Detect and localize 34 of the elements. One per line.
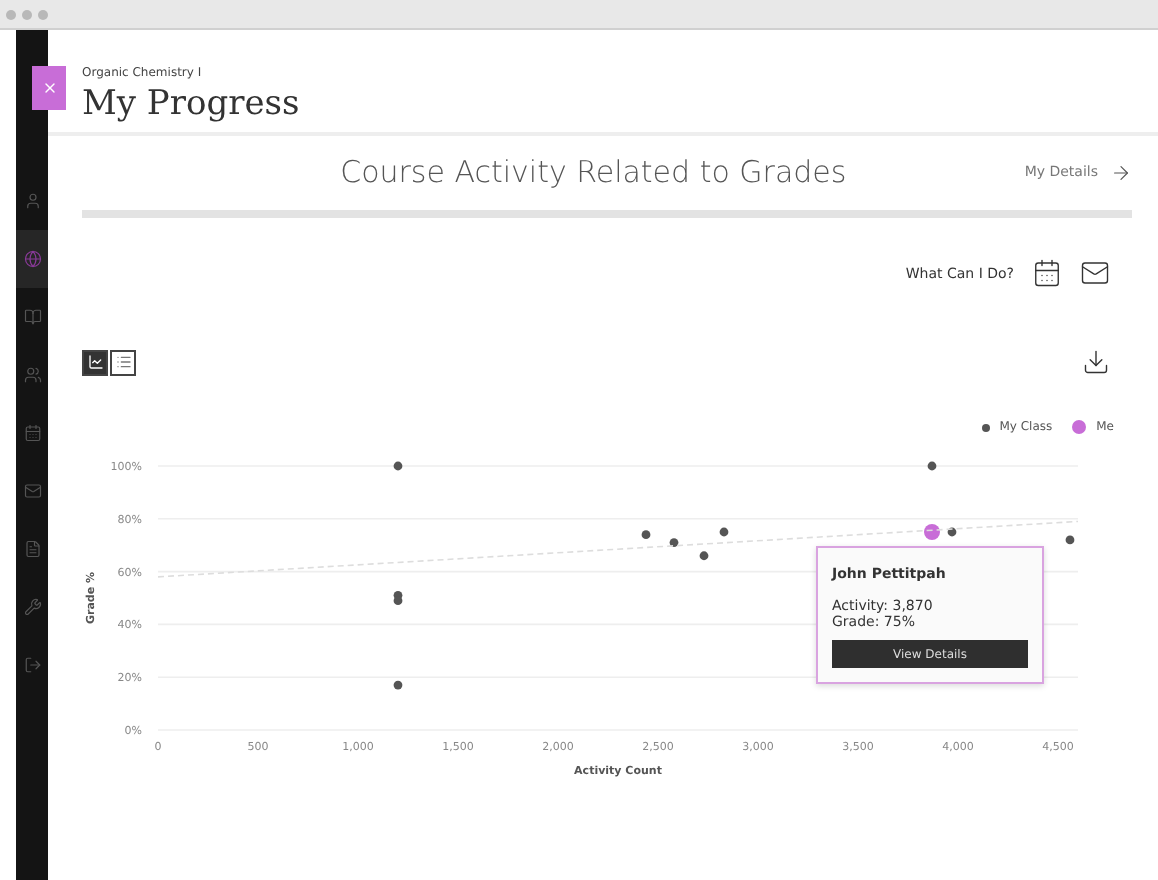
view-toggle[interactable] — [82, 349, 108, 375]
data-point[interactable] — [719, 527, 729, 537]
calendar-button[interactable] — [1032, 258, 1062, 288]
data-point[interactable] — [641, 530, 651, 540]
data-point[interactable] — [393, 596, 403, 606]
data-point[interactable] — [393, 461, 403, 471]
data-point[interactable] — [699, 551, 709, 561]
arrow-right-icon — [1110, 161, 1132, 183]
close-icon — [41, 80, 57, 96]
download-icon — [1082, 348, 1110, 376]
mail-icon — [1080, 258, 1110, 288]
logout-icon — [23, 656, 41, 674]
mail-icon — [23, 482, 41, 500]
section-title: Course Activity Related to Grades — [338, 154, 849, 190]
group-icon — [23, 366, 41, 384]
page-title: My Progress — [82, 84, 302, 124]
globe-icon — [23, 250, 41, 268]
download-button[interactable] — [1082, 348, 1110, 376]
list-icon — [115, 354, 131, 370]
view-toggle[interactable] — [110, 349, 136, 375]
data-point[interactable] — [1065, 535, 1075, 545]
calendar-icon — [1032, 258, 1062, 288]
book-icon — [23, 308, 41, 326]
tools-icon — [23, 598, 41, 616]
calendar-icon — [23, 424, 41, 442]
message-button[interactable] — [1080, 258, 1110, 288]
data-point[interactable] — [947, 527, 957, 537]
person-icon — [23, 192, 41, 210]
document-icon — [23, 540, 41, 558]
chart-icon — [87, 354, 103, 370]
data-point[interactable] — [393, 680, 403, 690]
data-point[interactable] — [927, 461, 937, 471]
data-point[interactable] — [924, 524, 940, 540]
data-point[interactable] — [669, 538, 679, 547]
